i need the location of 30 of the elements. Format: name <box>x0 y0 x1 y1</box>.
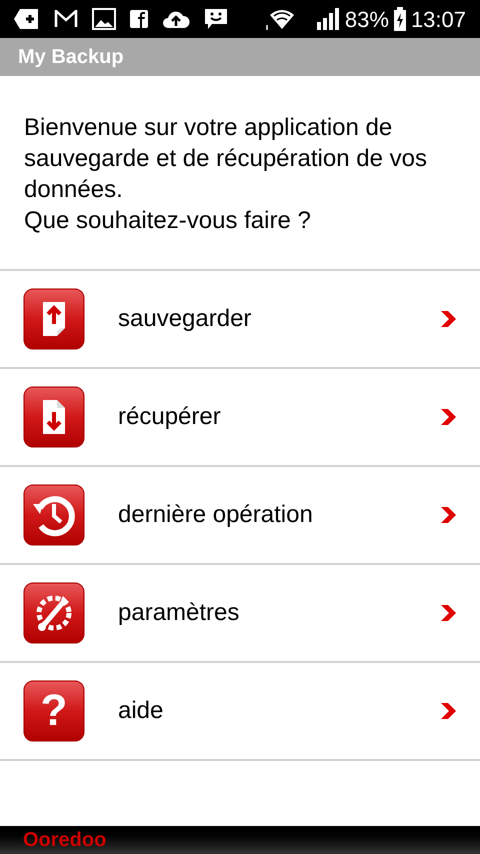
document-upload-icon <box>23 288 85 350</box>
menu-item[interactable]: ? aide <box>0 663 480 761</box>
image-icon <box>92 8 116 30</box>
facebook-icon <box>130 10 148 28</box>
chevron-right-icon <box>439 603 457 623</box>
signal-icon <box>316 8 341 30</box>
battery-charging-icon <box>392 7 407 31</box>
wrench-gear-icon <box>23 582 85 644</box>
document-download-icon <box>23 386 85 448</box>
wifi-icon <box>264 7 297 31</box>
clock-time: 13:07 <box>410 6 466 34</box>
carrier-name: Ooredoo <box>23 828 106 853</box>
menu-item[interactable]: sauvegarder <box>0 271 480 369</box>
intro-text: Que souhaitez-vous faire ? <box>24 206 312 236</box>
menu-item[interactable]: récupérer <box>0 369 480 467</box>
chevron-right-icon <box>439 505 457 525</box>
menu-item[interactable]: dernière opération <box>0 467 480 565</box>
chevron-right-icon <box>439 309 457 329</box>
question-mark-icon: ? <box>23 680 85 742</box>
add-notification-icon <box>14 9 40 29</box>
chevron-right-icon <box>439 407 457 427</box>
chevron-right-icon <box>439 701 457 721</box>
app-title: My Backup <box>18 45 124 70</box>
intro-text: Bienvenue sur votre application de sauvegarde et de récupération de vos données. <box>24 113 428 205</box>
mail-icon <box>54 10 78 28</box>
clock-history-icon <box>23 484 85 546</box>
cloud-upload-icon <box>162 9 190 29</box>
battery-percentage: 83% <box>344 6 389 34</box>
chat-smiley-icon <box>204 7 228 31</box>
menu-item[interactable]: paramètres <box>0 565 480 663</box>
